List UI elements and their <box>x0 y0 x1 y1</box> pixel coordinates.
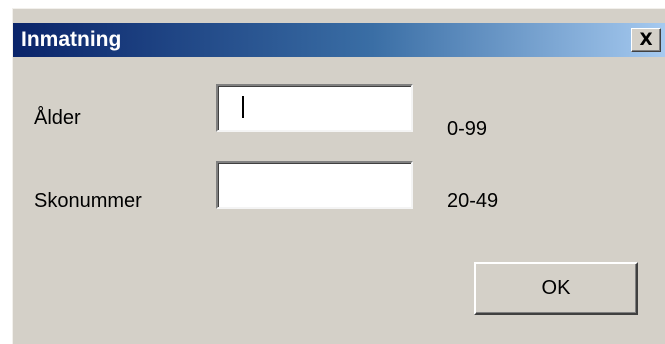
ok-button[interactable]: OK <box>474 262 638 315</box>
ok-button-label: OK <box>541 277 571 299</box>
close-button[interactable]: X <box>631 28 661 52</box>
close-icon: X <box>639 30 653 50</box>
shoe-size-input[interactable] <box>216 161 413 209</box>
age-label: Ålder <box>34 107 81 129</box>
age-input[interactable] <box>216 84 413 132</box>
text-caret <box>242 96 244 118</box>
shoe-size-label: Skonummer <box>34 190 142 212</box>
dialog-title: Inmatning <box>21 28 122 51</box>
age-field-wrapper <box>216 84 413 132</box>
title-bar[interactable]: Inmatning X <box>13 23 665 57</box>
input-dialog: Inmatning X Ålder 0-99 Skonummer 20-49 O… <box>12 8 665 344</box>
age-range-hint: 0-99 <box>447 118 488 140</box>
shoe-size-range-hint: 20-49 <box>447 190 499 212</box>
